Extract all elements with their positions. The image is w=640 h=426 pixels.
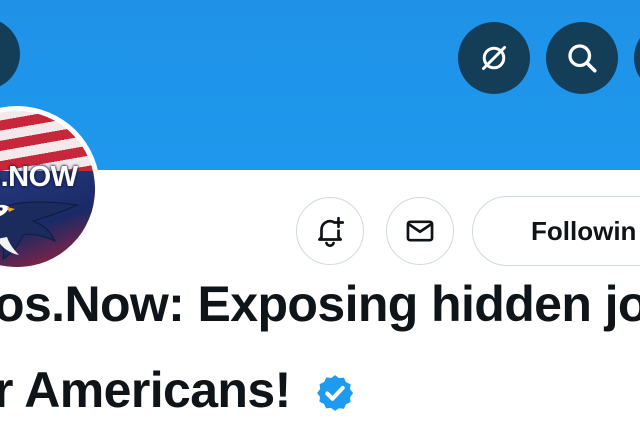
profile-screen: s.NOW Followin os.Now: Exposing hidden j… <box>0 0 640 426</box>
following-label: Followin <box>531 215 637 246</box>
notify-button[interactable] <box>296 197 364 265</box>
profile-name-line-1: os.Now: Exposing hidden jo <box>0 276 640 332</box>
following-button[interactable]: Followin <box>472 196 640 266</box>
search-button[interactable] <box>546 22 618 94</box>
message-button[interactable] <box>386 197 454 265</box>
eagle-icon <box>0 201 79 260</box>
avatar-logo-text: s.NOW <box>0 161 78 193</box>
profile-name-line-2: r Americans! <box>0 362 291 418</box>
envelope-icon <box>406 220 434 242</box>
arrow-left-icon <box>0 36 2 72</box>
search-icon <box>568 44 597 73</box>
verified-badge-icon[interactable] <box>314 372 356 414</box>
no-signal-icon <box>482 46 506 70</box>
bell-plus-icon <box>318 216 345 248</box>
profile-banner <box>0 0 640 170</box>
mute-button[interactable] <box>458 22 530 94</box>
